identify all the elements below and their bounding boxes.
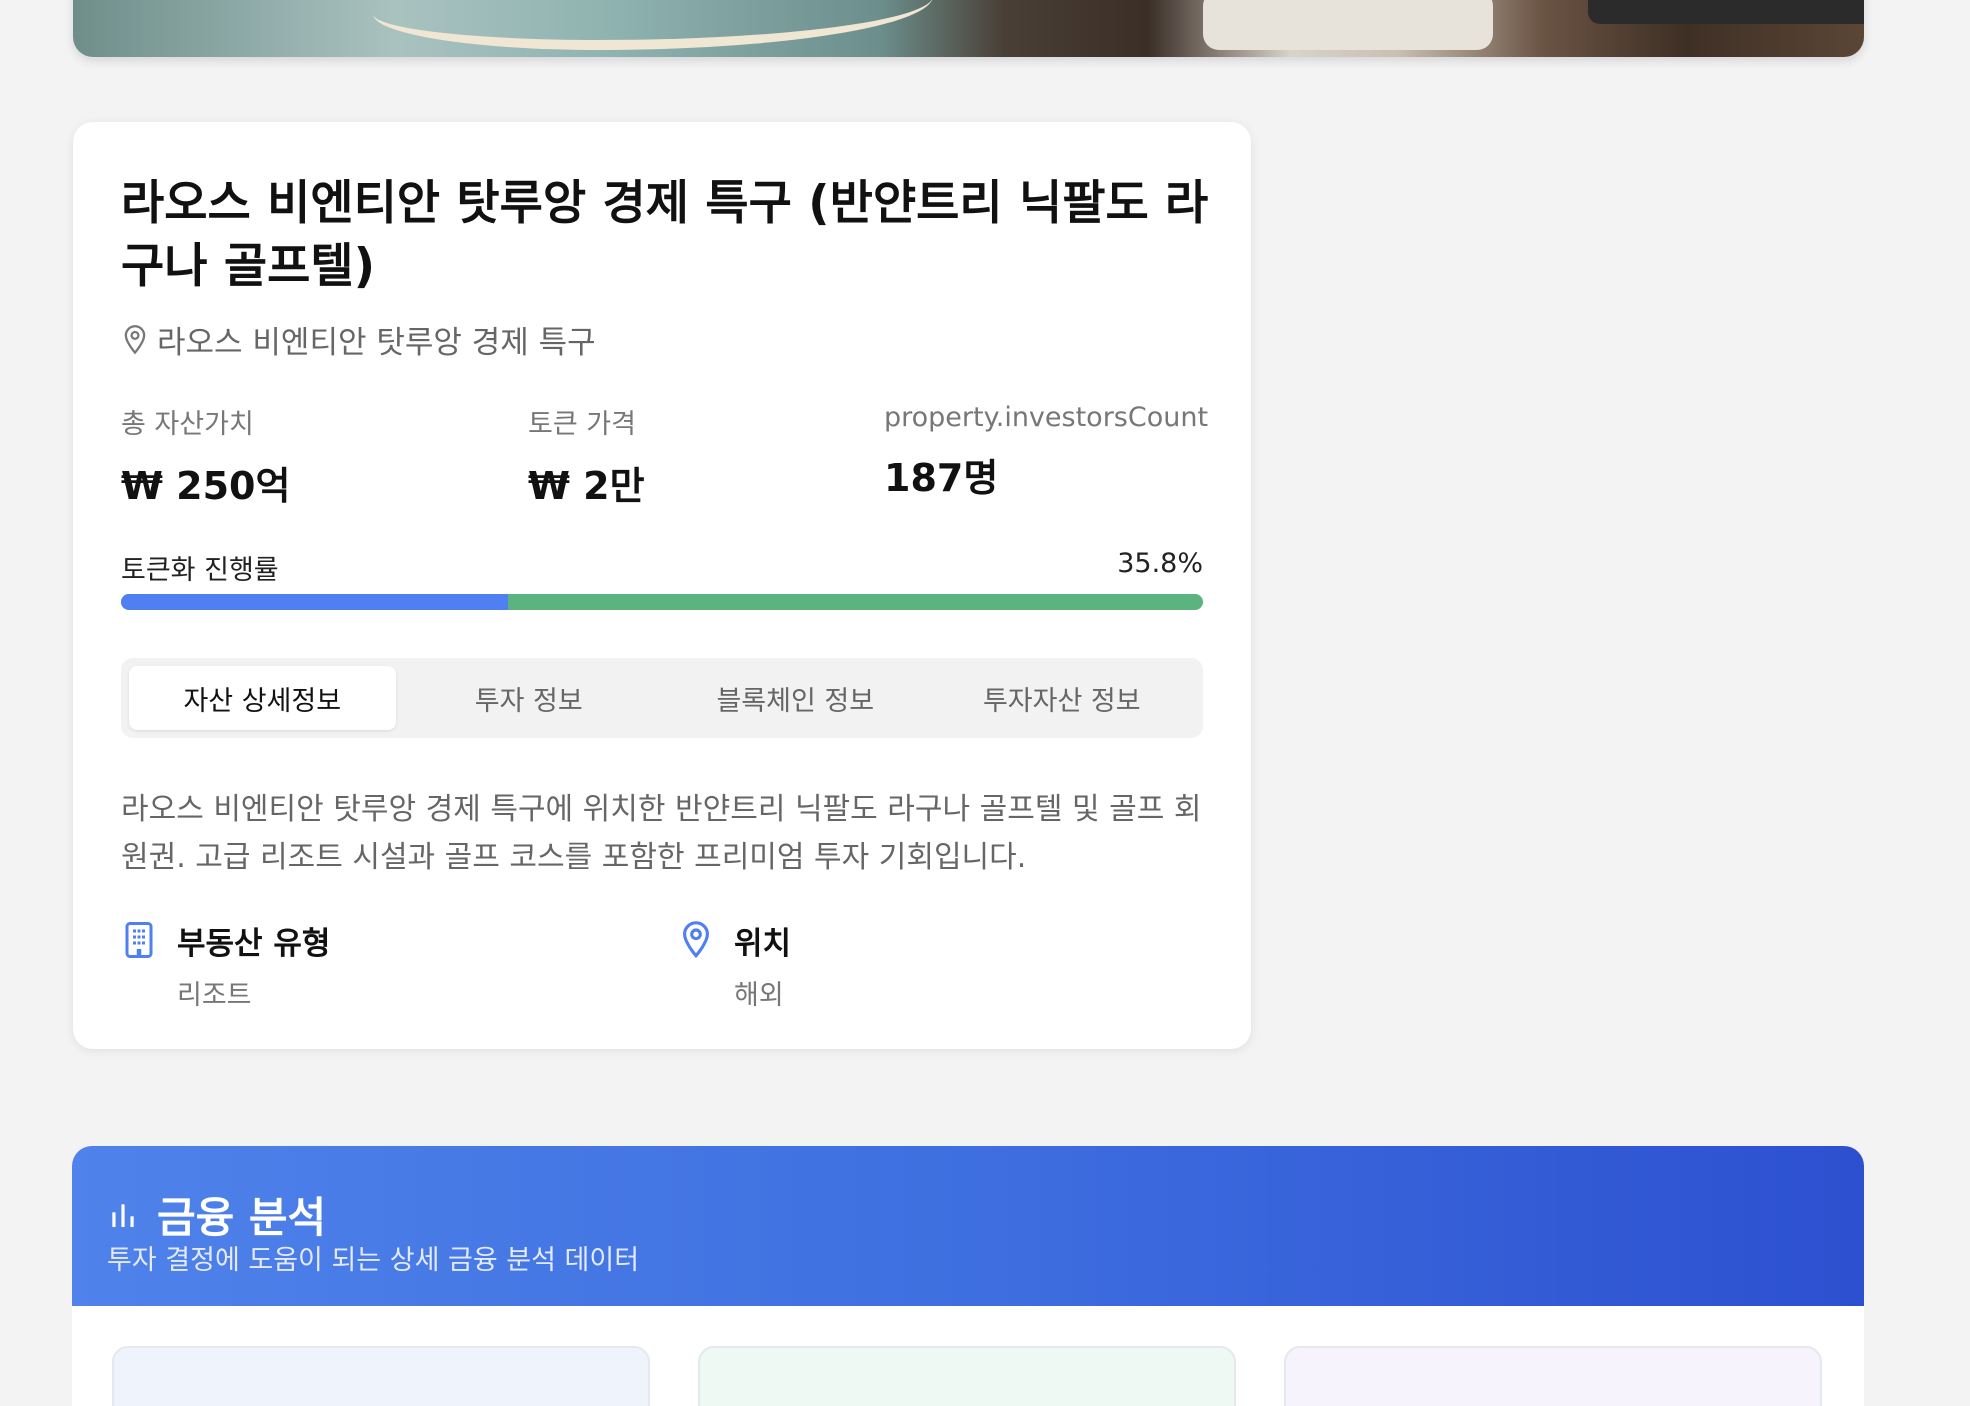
progress-percent: 35.8% [1117,548,1203,579]
tab-blockchain-info[interactable]: 블록체인 정보 [662,666,929,730]
tab-investment-asset-info[interactable]: 투자자산 정보 [929,666,1196,730]
building-icon [125,922,153,958]
progress-bar [121,594,1203,610]
stat-label: 총 자산가치 [121,409,254,440]
bar-chart-icon [112,1203,134,1227]
info-property-type: 부동산 유형 리조트 [121,918,330,1012]
analysis-card [112,1346,650,1406]
progress-label: 토큰화 진행률 [121,555,279,586]
stat-label: 토큰 가격 [528,409,636,440]
tab-investment-info[interactable]: 투자 정보 [396,666,663,730]
property-location-text: 라오스 비엔티안 탓루앙 경제 특구 [157,325,596,361]
financial-analysis-subtitle: 투자 결정에 도움이 되는 상세 금융 분석 데이터 [107,1245,640,1276]
stat-value: ₩ 2만 [528,464,645,508]
property-location: 라오스 비엔티안 탓루앙 경제 특구 [121,317,596,362]
property-title: 라오스 비엔티안 탓루앙 경제 특구 (반얀트리 닉팔도 라구나 골프텔) [121,176,1209,294]
info-value: 해외 [734,980,784,1011]
financial-analysis-section: 금융 분석 투자 결정에 도움이 되는 상세 금융 분석 데이터 [72,1146,1864,1406]
stat-token-price: 토큰 가격 ₩ 2만 [528,402,645,510]
map-pin-icon [682,921,710,959]
property-description: 라오스 비엔티안 탓루앙 경제 특구에 위치한 반얀트리 닉팔도 라구나 골프텔… [121,792,1202,875]
hero-pool-edge [373,0,933,50]
analysis-card [698,1346,1236,1406]
info-location: 위치 해외 [678,918,791,1012]
property-hero-image [73,0,1864,57]
stat-value: 187명 [884,456,999,500]
financial-analysis-title: 금융 분석 [107,1184,326,1245]
hero-overlay-badge [1588,0,1864,24]
financial-analysis-title-text: 금융 분석 [157,1193,327,1242]
stat-total-value: 총 자산가치 ₩ 250억 [121,402,290,510]
property-summary-card: 라오스 비엔티안 탓루앙 경제 특구 (반얀트리 닉팔도 라구나 골프텔) 라오… [73,122,1251,1049]
stat-investors-count: property.investorsCount 187명 [884,402,1208,502]
stat-value: ₩ 250억 [121,464,291,508]
info-key: 부동산 유형 [177,926,331,962]
financial-analysis-header: 금융 분석 투자 결정에 도움이 되는 상세 금융 분석 데이터 [72,1146,1864,1306]
analysis-card [1284,1346,1822,1406]
tab-asset-details[interactable]: 자산 상세정보 [129,666,396,730]
info-value: 리조트 [177,980,252,1011]
map-pin-icon [124,324,146,354]
progress-bar-fill [121,594,509,610]
info-key: 위치 [734,926,792,962]
hero-cushion [1203,0,1493,50]
stat-label: property.investorsCount [884,402,1209,433]
detail-tabs: 자산 상세정보 투자 정보 블록체인 정보 투자자산 정보 [121,658,1203,738]
